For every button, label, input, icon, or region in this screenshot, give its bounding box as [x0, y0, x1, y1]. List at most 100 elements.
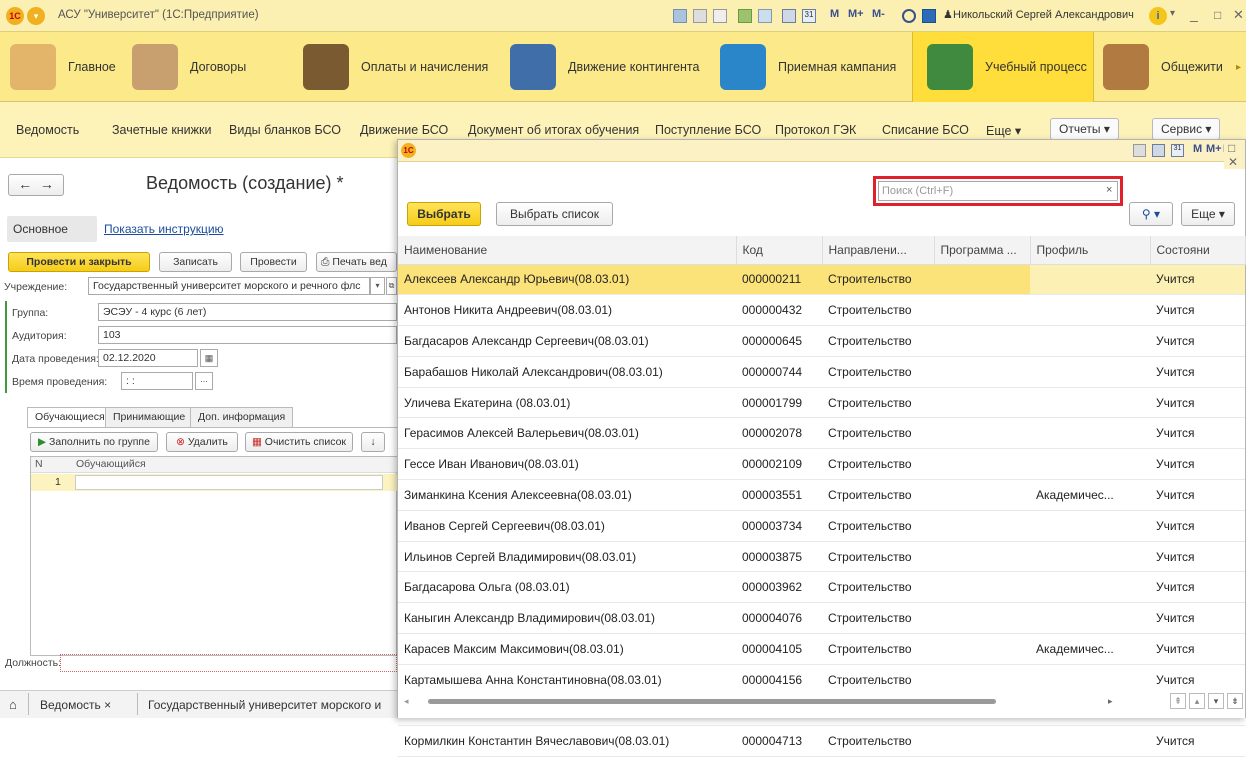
- table-row[interactable]: Ильинов Сергей Владимирович(08.03.01) 000…: [398, 541, 1245, 573]
- memory-minus-button[interactable]: M-: [872, 8, 885, 20]
- nav-gradebooks[interactable]: Зачетные книжки: [112, 123, 211, 137]
- clear-list-button[interactable]: ▦ Очистить список: [245, 432, 353, 452]
- column-program[interactable]: Программа ...: [934, 236, 1031, 265]
- reports-button[interactable]: Отчеты ▾: [1050, 118, 1119, 140]
- print-icon[interactable]: [1133, 144, 1146, 157]
- search-clear-icon[interactable]: ×: [1106, 184, 1112, 196]
- app-logo-icon[interactable]: 1С: [6, 7, 24, 25]
- memory-plus-button[interactable]: M+: [848, 8, 864, 20]
- calendar-picker-icon[interactable]: ▦: [200, 349, 218, 367]
- date-field[interactable]: 02.12.2020: [98, 349, 198, 367]
- section-contracts[interactable]: Договоры: [132, 32, 246, 102]
- zoom-icon[interactable]: [902, 9, 916, 23]
- window-tab-vedomost[interactable]: Ведомость ×: [40, 698, 111, 712]
- sort-icon[interactable]: ↓: [361, 432, 385, 452]
- save-button[interactable]: Записать: [159, 252, 232, 272]
- service-button[interactable]: Сервис ▾: [1152, 118, 1221, 140]
- table-row[interactable]: Уличева Екатерина (08.03.01) 000001799 Стр…: [398, 387, 1245, 419]
- nav-training-results[interactable]: Документ об итогах обучения: [468, 123, 639, 137]
- history-icon[interactable]: [758, 9, 772, 23]
- scroll-to-top-icon[interactable]: ⇞: [1170, 693, 1186, 709]
- column-code[interactable]: Код: [736, 236, 823, 265]
- home-icon[interactable]: ⌂: [9, 697, 17, 712]
- table-row[interactable]: 1: [31, 474, 397, 491]
- link-icon[interactable]: [738, 9, 752, 23]
- back-forward-buttons[interactable]: ← →: [8, 174, 64, 196]
- position-field[interactable]: [60, 654, 397, 672]
- scroll-left-icon[interactable]: ◂: [404, 696, 409, 707]
- tab-extra-info[interactable]: Доп. информация: [190, 407, 294, 427]
- modal-maximize-icon[interactable]: □ ✕: [1224, 141, 1245, 169]
- memory-plus-button[interactable]: M+: [1206, 143, 1222, 155]
- panels-icon[interactable]: [922, 9, 936, 23]
- more-button[interactable]: Еще ▾: [1181, 202, 1235, 226]
- nav-bso-writeoff[interactable]: Списание БСО: [882, 123, 969, 137]
- main-menu-icon[interactable]: ▾: [27, 7, 45, 25]
- select-button[interactable]: Выбрать: [407, 202, 481, 226]
- select-list-button[interactable]: Выбрать список: [496, 202, 613, 226]
- group-field[interactable]: ЭСЭУ - 4 курс (6 лет): [98, 303, 397, 321]
- table-row[interactable]: Зиманкина Ксения Алексеевна(08.03.01) 000…: [398, 479, 1245, 511]
- section-admission[interactable]: Приемная кампания: [720, 32, 896, 102]
- section-academic[interactable]: Учебный процесс: [912, 32, 1094, 102]
- column-direction[interactable]: Направлени...: [822, 236, 935, 265]
- table-row[interactable]: Багдасарова Ольга (08.03.01) 000003962 Стр…: [398, 571, 1245, 604]
- time-field[interactable]: : :: [121, 372, 193, 390]
- current-user[interactable]: Никольский Сергей Александрович: [953, 9, 1134, 21]
- calendar-icon[interactable]: 31: [1171, 144, 1184, 157]
- info-icon[interactable]: i: [1149, 7, 1167, 25]
- table-row[interactable]: Кормилкин Константин Вячеславович(08.03.…: [398, 725, 1245, 757]
- table-row[interactable]: Багдасаров Александр Сергеевич(08.03.01)…: [398, 325, 1245, 357]
- scroll-right-icon[interactable]: ▸: [1108, 696, 1113, 707]
- tab-students[interactable]: Обучающиеся: [27, 407, 113, 427]
- column-status[interactable]: Состояни: [1150, 236, 1246, 265]
- preview-icon[interactable]: [713, 9, 727, 23]
- print-icon[interactable]: [693, 9, 707, 23]
- search-button[interactable]: ⚲ ▾: [1129, 202, 1173, 226]
- print-button[interactable]: ⎙ Печать вед: [316, 252, 397, 272]
- post-and-close-button[interactable]: Провести и закрыть: [8, 252, 150, 272]
- table-row[interactable]: Гессе Иван Иванович(08.03.01) 000002109 Ст…: [398, 448, 1245, 481]
- maximize-icon[interactable]: □: [1214, 8, 1221, 22]
- institution-open-icon[interactable]: ⧉: [386, 277, 397, 295]
- scroll-to-bottom-icon[interactable]: ⇟: [1227, 693, 1243, 709]
- search-input[interactable]: Поиск (Ctrl+F): [878, 181, 1118, 201]
- scroll-down-icon[interactable]: ▾: [1208, 693, 1224, 709]
- calculator-icon[interactable]: [1152, 144, 1165, 157]
- column-profile[interactable]: Профиль: [1030, 236, 1151, 265]
- nav-bso-movement[interactable]: Движение БСО: [360, 123, 448, 137]
- section-main[interactable]: Главное: [10, 32, 116, 102]
- memory-button[interactable]: M: [830, 8, 839, 20]
- memory-button[interactable]: M: [1193, 143, 1202, 155]
- table-row[interactable]: Каныгин Александр Владимирович(08.03.01)…: [398, 602, 1245, 635]
- section-payments[interactable]: Оплаты и начисления: [303, 32, 488, 102]
- student-cell-input[interactable]: [75, 475, 383, 490]
- calculator-icon[interactable]: [782, 9, 796, 23]
- delete-button[interactable]: ⊗ Удалить: [166, 432, 238, 452]
- table-row[interactable]: Иванов Сергей Сергеевич(08.03.01) 0000037…: [398, 510, 1245, 542]
- horizontal-scrollbar-thumb[interactable]: [428, 699, 996, 704]
- minimize-icon[interactable]: _: [1190, 6, 1198, 22]
- info-menu-icon[interactable]: ▾: [1170, 8, 1175, 19]
- calendar-icon[interactable]: 31: [802, 9, 816, 23]
- nav-more[interactable]: Еще ▾: [986, 123, 1021, 138]
- time-picker-icon[interactable]: ...: [195, 372, 213, 390]
- nav-bso-receipt[interactable]: Поступление БСО: [655, 123, 761, 137]
- room-field[interactable]: 103: [98, 326, 397, 344]
- tab-main[interactable]: Основное: [7, 216, 97, 242]
- scroll-right-icon[interactable]: ▸: [1236, 62, 1241, 73]
- nav-vedomost[interactable]: Ведомость: [16, 123, 79, 137]
- table-row[interactable]: Алексеев Александр Юрьевич(08.03.01) 0000…: [398, 264, 1245, 296]
- table-row[interactable]: Карасев Максим Максимович(08.03.01) 00000…: [398, 633, 1245, 665]
- show-instruction-link[interactable]: Показать инструкцию: [104, 222, 224, 236]
- table-row[interactable]: Барабашов Николай Александрович(08.03.01…: [398, 356, 1245, 388]
- column-name[interactable]: Наименование: [398, 236, 737, 265]
- institution-dropdown-icon[interactable]: ▾: [370, 277, 385, 295]
- save-icon[interactable]: [673, 9, 687, 23]
- tab-receivers[interactable]: Принимающие: [105, 407, 194, 427]
- scroll-up-icon[interactable]: ▴: [1189, 693, 1205, 709]
- table-row[interactable]: Герасимов Алексей Валерьевич(08.03.01) 00…: [398, 417, 1245, 450]
- institution-field[interactable]: Государственный университет морского и р…: [88, 277, 370, 295]
- nav-bso-types[interactable]: Виды бланков БСО: [229, 123, 341, 137]
- table-row[interactable]: Антонов Никита Андреевич(08.03.01) 000000…: [398, 294, 1245, 327]
